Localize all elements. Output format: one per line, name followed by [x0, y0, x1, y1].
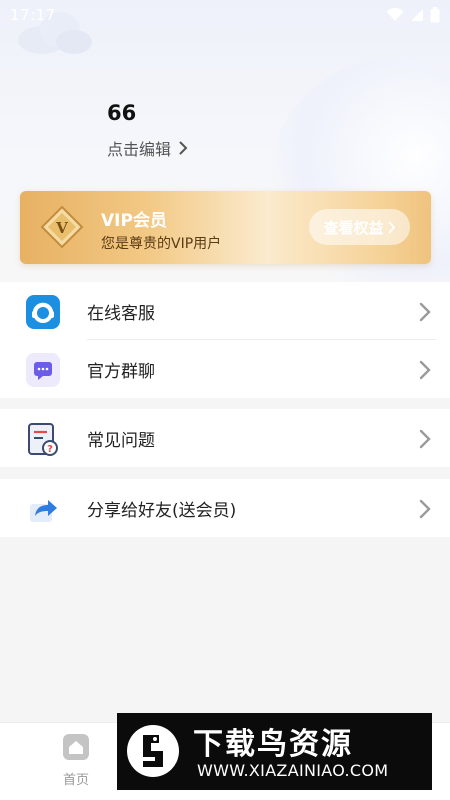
- edit-profile-link[interactable]: 点击编辑: [107, 136, 188, 160]
- username: 66: [107, 101, 137, 125]
- vip-badge-letter: V: [55, 219, 68, 237]
- vip-title: VIP会员: [101, 211, 167, 231]
- faq-document-icon: ?: [25, 421, 61, 457]
- vip-card[interactable]: V VIP会员 您是尊贵的VIP用户 查看权益: [20, 191, 431, 264]
- chevron-right-icon: [388, 221, 395, 233]
- battery-icon: [430, 7, 440, 23]
- watermark-banner: 下载鸟资源 WWW.XIAZAINIAO.COM: [117, 713, 432, 790]
- menu-item-label: 分享给好友(送会员): [87, 500, 237, 521]
- menu-item-faq[interactable]: ? 常见问题: [0, 409, 450, 467]
- watermark-title: 下载鸟资源: [193, 727, 353, 762]
- menu-group-share: 分享给好友(送会员): [0, 479, 450, 537]
- view-benefits-label: 查看权益: [323, 218, 384, 237]
- vip-badge-icon: V: [40, 205, 84, 249]
- chevron-right-icon: [419, 429, 431, 449]
- share-icon: [25, 491, 61, 527]
- nav-item-home[interactable]: 首页: [48, 733, 104, 795]
- menu-item-label: 在线客服: [87, 303, 155, 324]
- chevron-right-icon: [179, 141, 188, 155]
- nav-label-home: 首页: [62, 773, 89, 788]
- headset-icon: [25, 294, 61, 330]
- menu-item-official-group[interactable]: 官方群聊: [0, 340, 450, 398]
- menu-item-online-service[interactable]: 在线客服: [0, 282, 450, 340]
- edit-profile-label: 点击编辑: [107, 140, 172, 159]
- home-icon: [63, 734, 89, 760]
- status-icons: [386, 7, 440, 23]
- watermark-url: WWW.XIAZAINIAO.COM: [197, 761, 389, 780]
- menu-item-share[interactable]: 分享给好友(送会员): [0, 479, 450, 537]
- vip-subtitle: 您是尊贵的VIP用户: [101, 236, 222, 252]
- chevron-right-icon: [419, 360, 431, 380]
- status-time: 17:17: [10, 6, 56, 24]
- menu-item-label: 官方群聊: [87, 361, 155, 382]
- wifi-icon: [386, 8, 404, 21]
- status-bar: 17:17: [0, 0, 450, 30]
- menu-item-label: 常见问题: [87, 430, 155, 451]
- menu-group-faq: ? 常见问题: [0, 409, 450, 467]
- signal-icon: [411, 9, 423, 21]
- view-benefits-button[interactable]: 查看权益: [309, 209, 410, 245]
- chevron-right-icon: [419, 302, 431, 322]
- chat-bubble-icon: [25, 352, 61, 388]
- menu-group-support: 在线客服 官方群聊: [0, 282, 450, 398]
- bird-logo-icon: [127, 725, 179, 777]
- chevron-right-icon: [419, 499, 431, 519]
- svg-text:?: ?: [47, 444, 53, 455]
